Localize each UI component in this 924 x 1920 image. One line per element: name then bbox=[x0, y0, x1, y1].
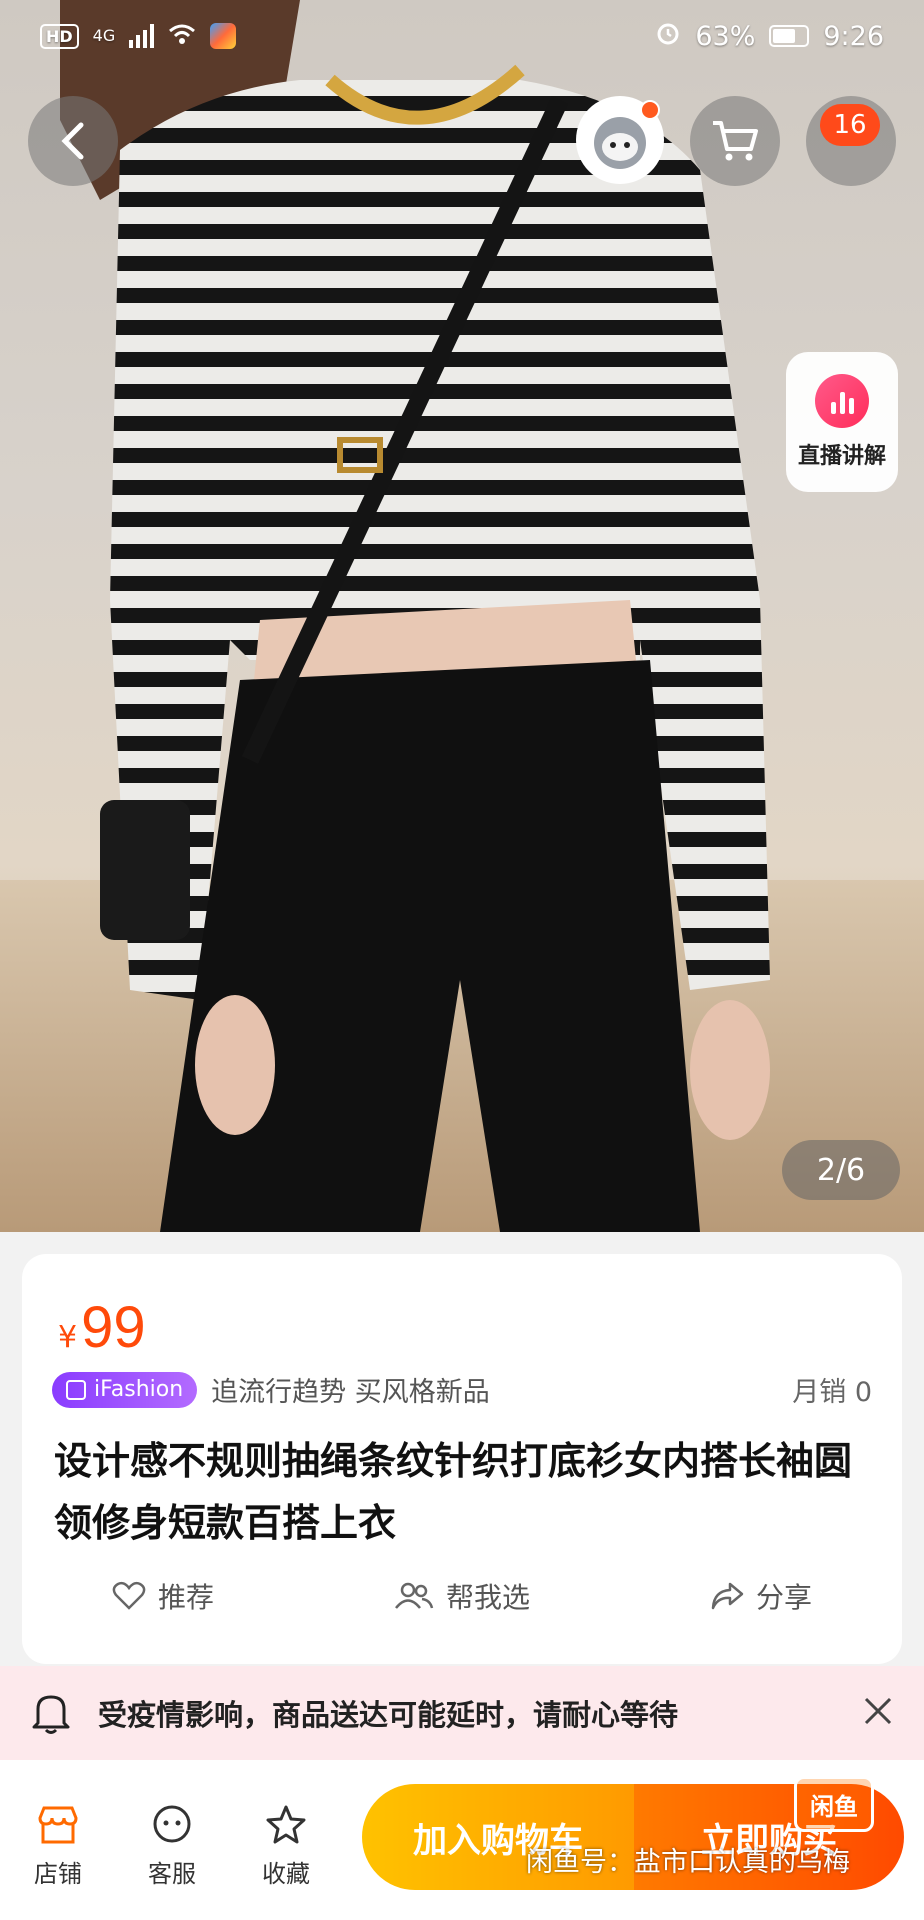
notification-dot bbox=[640, 100, 660, 120]
signal-icon bbox=[129, 24, 155, 48]
monthly-sales: 月销 0 bbox=[792, 1377, 872, 1408]
price-symbol: ¥ bbox=[58, 1320, 78, 1355]
alarm-icon bbox=[655, 20, 681, 53]
product-info-card: ¥ 99 iFashion 追流行趋势 买风格新品 月销 0 设计感不规则抽绳条… bbox=[22, 1254, 902, 1664]
clock: 9:26 bbox=[823, 20, 884, 52]
image-pager: 2/6 bbox=[782, 1140, 900, 1200]
chevron-left-icon bbox=[61, 122, 84, 160]
battery-icon bbox=[769, 25, 810, 47]
delivery-notice: 受疫情影响，商品送达可能延时，请耐心等待 bbox=[0, 1666, 924, 1760]
share-label: 分享 bbox=[755, 1581, 812, 1614]
battery-percent: 63% bbox=[695, 20, 756, 52]
live-label: 直播讲解 bbox=[797, 444, 886, 469]
favorite-button[interactable]: 收藏 bbox=[246, 1804, 326, 1889]
people-icon bbox=[395, 1582, 434, 1609]
bell-icon bbox=[32, 1695, 70, 1734]
cart-icon bbox=[713, 121, 758, 161]
star-icon bbox=[266, 1805, 306, 1844]
ifashion-tag[interactable]: iFashion bbox=[52, 1371, 198, 1408]
product-image[interactable] bbox=[0, 0, 924, 1232]
cart-count-badge: 16 bbox=[820, 104, 880, 146]
wifi-icon bbox=[168, 21, 196, 52]
notice-text: 受疫情影响，商品送达可能延时，请耐心等待 bbox=[98, 1698, 679, 1732]
help-me-choose-label: 帮我选 bbox=[445, 1581, 530, 1614]
shop-avatar-button[interactable] bbox=[576, 96, 664, 184]
status-bar: HD 4G 63% 9:26 bbox=[0, 0, 924, 72]
share-button[interactable]: 分享 bbox=[710, 1576, 812, 1616]
watermark-text: 闲鱼号：盐市口认真的乌梅 bbox=[526, 1847, 850, 1878]
chat-face-icon bbox=[153, 1805, 191, 1843]
product-title: 设计感不规则抽绳条纹针织打底衫女内搭长袖圆领修身短款百搭上衣 bbox=[54, 1439, 853, 1545]
cart-button[interactable] bbox=[690, 96, 780, 186]
share-icon bbox=[711, 1582, 744, 1610]
action-row: 推荐 帮我选 分享 bbox=[22, 1576, 902, 1616]
heart-icon bbox=[112, 1581, 146, 1610]
hd-indicator: HD bbox=[40, 23, 79, 49]
live-bars-icon bbox=[815, 374, 869, 428]
service-label: 客服 bbox=[148, 1860, 196, 1888]
close-icon bbox=[864, 1697, 892, 1725]
app-notification-icon bbox=[210, 23, 237, 49]
shop-label: 店铺 bbox=[34, 1860, 82, 1888]
shop-button[interactable]: 店铺 bbox=[18, 1804, 98, 1889]
product-photo-illustration bbox=[0, 0, 924, 1232]
price: ¥ 99 bbox=[58, 1294, 146, 1361]
tag-slogan: 追流行趋势 买风格新品 bbox=[211, 1377, 490, 1408]
store-icon bbox=[38, 1806, 78, 1844]
ifashion-label: iFashion bbox=[94, 1377, 184, 1402]
xianyu-logo: 闲鱼 bbox=[794, 1776, 874, 1832]
network-type: 4G bbox=[92, 26, 116, 45]
live-explain-button[interactable]: 直播讲解 bbox=[786, 352, 898, 492]
recommend-button[interactable]: 推荐 bbox=[112, 1576, 214, 1616]
customer-service-button[interactable]: 客服 bbox=[132, 1804, 212, 1889]
recommend-label: 推荐 bbox=[157, 1581, 214, 1614]
price-value: 99 bbox=[81, 1295, 146, 1360]
tag-row: iFashion 追流行趋势 买风格新品 月销 0 bbox=[52, 1370, 872, 1409]
close-notice-button[interactable] bbox=[862, 1695, 894, 1731]
ifashion-icon bbox=[66, 1379, 86, 1400]
help-me-choose-button[interactable]: 帮我选 bbox=[394, 1576, 530, 1616]
back-button[interactable] bbox=[28, 96, 118, 186]
favorite-label: 收藏 bbox=[262, 1860, 310, 1888]
